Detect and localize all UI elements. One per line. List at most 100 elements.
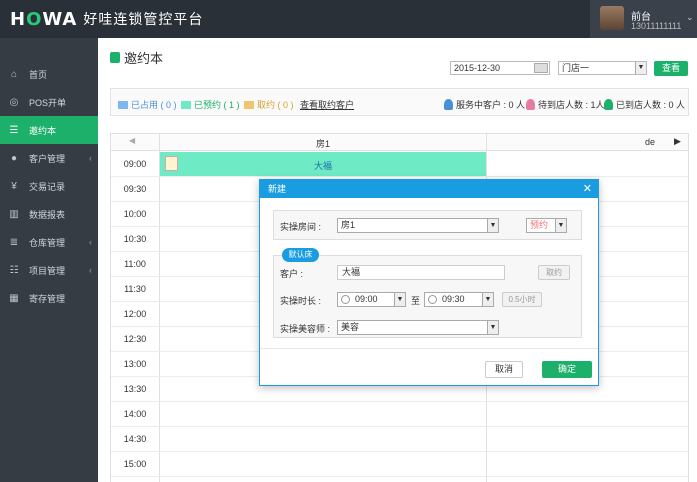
sidebar-item-label: 邀约本	[29, 125, 57, 136]
sidebar-item-label: 首页	[29, 69, 48, 80]
stat-serving: 服务中客户 : 0 人	[444, 98, 525, 111]
time-label: 09:00	[123, 159, 147, 169]
status-value: 预约	[530, 220, 549, 230]
time-label: 10:30	[123, 234, 147, 244]
chevron-down-icon: ⌄	[686, 12, 694, 22]
chevron-down-icon: ▼	[487, 321, 498, 334]
chart-icon: ▥	[9, 208, 19, 220]
dialog-header: 新建 ✕	[260, 180, 598, 198]
end-time-select[interactable]: 09:30 ▼	[424, 292, 494, 307]
start-time-select[interactable]: 09:00 ▼	[337, 292, 406, 307]
sidebar-item-label: 寄存管理	[29, 293, 66, 304]
start-time-value: 09:00	[355, 294, 378, 304]
time-slot[interactable]: 14:30	[111, 427, 688, 452]
date-value: 2015-12-30	[454, 63, 501, 73]
sidebar-item-reports[interactable]: ▥ 数据报表	[0, 200, 98, 228]
status-select[interactable]: 预约 ▼	[526, 218, 567, 233]
sidebar-item-label: 数据报表	[29, 209, 66, 220]
cancel-booking-button[interactable]: 取约	[538, 265, 570, 280]
column-divider	[486, 134, 487, 151]
time-label: 13:30	[123, 384, 147, 394]
sidebar-item-transactions[interactable]: ¥ 交易记录	[0, 172, 98, 200]
chevron-left-icon: ‹	[89, 265, 92, 275]
time-label: 14:30	[123, 434, 147, 444]
room-section: 实操房间 : 房1 ▼ 预约 ▼	[273, 210, 582, 240]
user-phone: 13011111111	[631, 21, 682, 31]
cancel-button[interactable]: 取消	[485, 361, 523, 378]
sidebar-item-projects[interactable]: ☷ 项目管理 ‹	[0, 256, 98, 284]
customer-field[interactable]: 大福	[337, 265, 505, 280]
serving-icon	[444, 99, 453, 110]
arrived-icon	[604, 99, 613, 110]
calendar-icon[interactable]	[534, 63, 548, 73]
legend-cancelled: 取约 ( 0 )	[244, 98, 294, 111]
sidebar-item-label: 项目管理	[29, 265, 66, 276]
stat-waiting-label: 待到店人数 : 1人	[538, 100, 605, 110]
sidebar-item-storage[interactable]: ▦ 寄存管理	[0, 284, 98, 312]
sidebar-item-home[interactable]: ⌂ 首页	[0, 60, 98, 88]
time-label: 11:00	[124, 259, 146, 269]
grid-header: ◀ 房1 de ▶	[111, 134, 688, 151]
sidebar-item-invite-book[interactable]: ☰ 邀约本	[0, 116, 98, 144]
divider	[260, 348, 598, 349]
sidebar-item-pos[interactable]: ◎ POS开单	[0, 88, 98, 116]
stat-arrived: 已到店人数 : 0 人	[604, 98, 685, 111]
chevron-down-icon: ▼	[635, 62, 646, 74]
next-arrow-icon[interactable]: ▶	[674, 136, 681, 147]
to-label: 至	[411, 296, 421, 306]
beautician-select[interactable]: 美容 ▼	[337, 320, 499, 335]
time-label: 11:30	[124, 284, 146, 294]
page-title: 邀约本	[110, 48, 163, 67]
chevron-down-icon: ▼	[482, 293, 493, 306]
cancelled-swatch	[244, 100, 254, 109]
time-label: 09:30	[123, 184, 147, 194]
sidebar-item-label: POS开单	[29, 97, 67, 108]
store-select[interactable]: 门店一 ▼	[558, 61, 647, 75]
stat-waiting: 待到店人数 : 1人	[526, 98, 605, 111]
new-booking-dialog: 新建 ✕ 实操房间 : 房1 ▼ 预约 ▼ 默认床 客户 : 大福 取约 实操时…	[259, 179, 599, 386]
storage-icon: ▦	[9, 292, 19, 304]
view-cancelled-link[interactable]: 查看取约客户	[300, 98, 354, 111]
legend-cancelled-label: 取约 ( 0 )	[257, 100, 294, 110]
chevron-down-icon: ▼	[487, 219, 498, 232]
user-menu[interactable]: 前台 13011111111 ⌄	[590, 0, 697, 38]
stat-serving-label: 服务中客户 : 0 人	[456, 100, 526, 110]
room-value: 房1	[341, 220, 356, 230]
legend-occupied-label: 已占用 ( 0 )	[131, 100, 177, 110]
room-header: de	[645, 137, 656, 147]
top-bar: HOWA 好哇连锁管控平台 前台 13011111111 ⌄	[0, 0, 697, 38]
logo: HOWA 好哇连锁管控平台	[10, 8, 203, 30]
duration-badge: 0.5小时	[502, 292, 542, 307]
search-button[interactable]: 查看	[654, 61, 688, 76]
date-input[interactable]: 2015-12-30	[450, 61, 550, 75]
confirm-button[interactable]: 确定	[542, 361, 592, 378]
prev-arrow-icon[interactable]: ◀	[129, 136, 135, 145]
sidebar: ⌂ 首页 ◎ POS开单 ☰ 邀约本 ● 客户管理 ‹ ¥ 交易记录 ▥ 数据报表 ≣ 仓库管理…	[0, 38, 98, 482]
database-icon: ≣	[9, 236, 19, 248]
stat-arrived-label: 已到店人数 : 0 人	[616, 100, 686, 110]
booking-block[interactable]: 大福	[160, 152, 486, 176]
room-header: 房1	[316, 139, 331, 149]
duration-label: 实操时长 :	[280, 296, 322, 306]
booked-swatch	[181, 100, 191, 109]
time-slot[interactable]: 15:00	[111, 452, 688, 477]
sidebar-item-customers[interactable]: ● 客户管理 ‹	[0, 144, 98, 172]
time-label: 14:00	[123, 409, 147, 419]
time-label: 12:30	[123, 334, 147, 344]
sidebar-item-label: 交易记录	[29, 181, 66, 192]
beautician-label: 实操美容师 :	[280, 324, 331, 334]
page-title-text: 邀约本	[124, 51, 164, 66]
logo-word: HOWA	[10, 8, 78, 30]
room-select[interactable]: 房1 ▼	[337, 218, 499, 233]
time-slot[interactable]: 14:00	[111, 402, 688, 427]
close-icon[interactable]: ✕	[583, 180, 592, 198]
waiting-icon	[526, 99, 535, 110]
default-bed-tag: 默认床	[282, 248, 319, 262]
sidebar-item-warehouse[interactable]: ≣ 仓库管理 ‹	[0, 228, 98, 256]
time-label: 13:00	[123, 359, 147, 369]
customer-label: 客户 :	[280, 269, 304, 279]
beautician-value: 美容	[341, 322, 360, 332]
booking-customer-name: 大福	[313, 161, 332, 171]
end-time-value: 09:30	[442, 294, 465, 304]
room-label: 实操房间 :	[280, 222, 322, 232]
